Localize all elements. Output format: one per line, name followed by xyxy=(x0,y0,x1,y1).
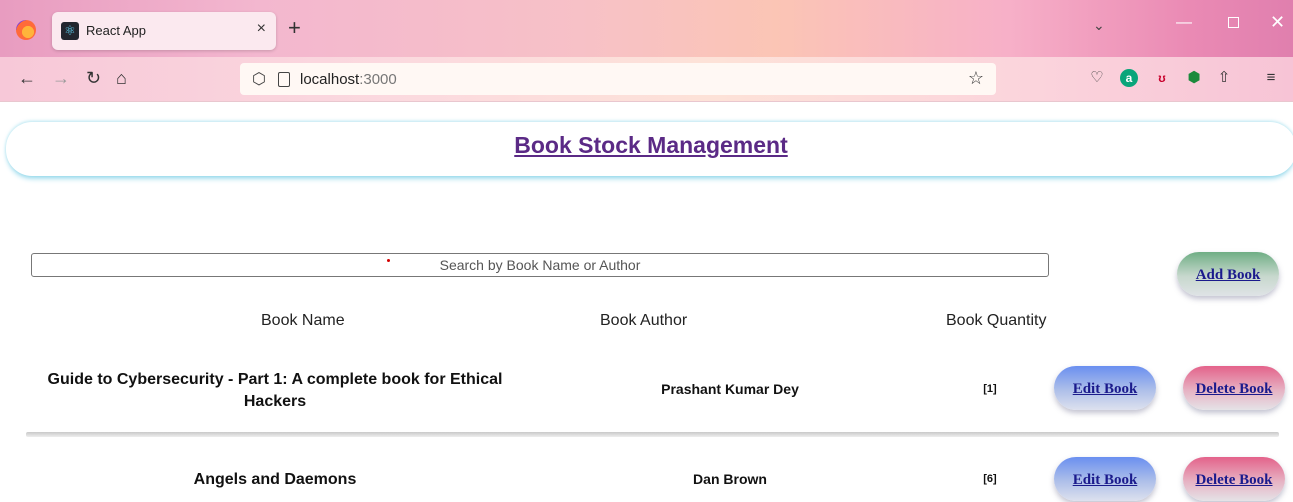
new-tab-button[interactable]: + xyxy=(288,15,301,41)
column-header-book-name: Book Name xyxy=(261,312,345,329)
cursor-dot xyxy=(387,259,390,262)
table-row-book-quantity: [6] xyxy=(983,473,997,485)
extension-u-icon[interactable]: ʊ xyxy=(1153,69,1171,87)
column-header-book-author: Book Author xyxy=(600,312,688,329)
star-icon[interactable]: ☆ xyxy=(968,68,984,89)
home-icon[interactable]: ⌂ xyxy=(116,68,127,88)
row-divider xyxy=(26,432,1279,437)
firefox-icon[interactable] xyxy=(16,20,36,40)
reload-icon[interactable]: ↻ xyxy=(86,68,101,88)
vpn-shield-icon[interactable]: ⬢ xyxy=(1185,69,1203,87)
table-row-book-author: Dan Brown xyxy=(693,471,767,487)
minimize-icon[interactable]: — xyxy=(1176,14,1192,32)
page-icon xyxy=(278,72,290,87)
page-header: Book Stock Management xyxy=(6,122,1293,176)
chevron-down-icon[interactable]: ⌄ xyxy=(1093,17,1105,34)
delete-book-button[interactable]: Delete Book xyxy=(1183,457,1285,501)
column-header-book-quantity: Book Quantity xyxy=(946,312,1047,329)
close-icon[interactable]: ✕ xyxy=(1270,12,1285,33)
maximize-icon[interactable] xyxy=(1228,17,1239,28)
react-icon: ⚛ xyxy=(61,22,79,40)
browser-tab[interactable]: ⚛ React App × xyxy=(52,12,276,50)
table-row-book-author: Prashant Kumar Dey xyxy=(661,381,799,397)
add-book-button[interactable]: Add Book xyxy=(1177,252,1279,296)
back-icon[interactable]: ← xyxy=(18,68,36,88)
close-tab-icon[interactable]: × xyxy=(257,20,266,38)
delete-book-button[interactable]: Delete Book xyxy=(1183,366,1285,410)
tab-title: React App xyxy=(86,23,146,38)
table-row-book-name: Angels and Daemons xyxy=(193,471,357,488)
url-bar[interactable]: ⬡ localhost:3000 ☆ xyxy=(240,63,996,95)
share-icon[interactable]: ⇧ xyxy=(1215,69,1233,87)
extension-a-icon[interactable]: a xyxy=(1120,69,1138,87)
edit-book-button[interactable]: Edit Book xyxy=(1054,457,1156,501)
table-row-book-name: Guide to Cybersecurity - Part 1: A compl… xyxy=(47,371,503,410)
url-text[interactable]: localhost:3000 xyxy=(300,71,397,88)
browser-tab-bar: ⚛ React App × + ⌄ — ✕ xyxy=(0,0,1293,57)
page-title[interactable]: Book Stock Management xyxy=(6,132,1293,159)
pocket-icon[interactable]: ♡ xyxy=(1088,69,1106,87)
browser-nav-bar: ← → ↻ ⌂ ⬡ localhost:3000 ☆ ♡ a ʊ ⬢ ⇧ ≡ xyxy=(0,57,1293,102)
table-row-book-quantity: [1] xyxy=(983,383,997,395)
menu-icon[interactable]: ≡ xyxy=(1262,69,1280,87)
edit-book-button[interactable]: Edit Book xyxy=(1054,366,1156,410)
search-input[interactable] xyxy=(31,253,1049,277)
forward-icon[interactable]: → xyxy=(52,68,70,88)
shield-icon[interactable]: ⬡ xyxy=(252,69,266,89)
